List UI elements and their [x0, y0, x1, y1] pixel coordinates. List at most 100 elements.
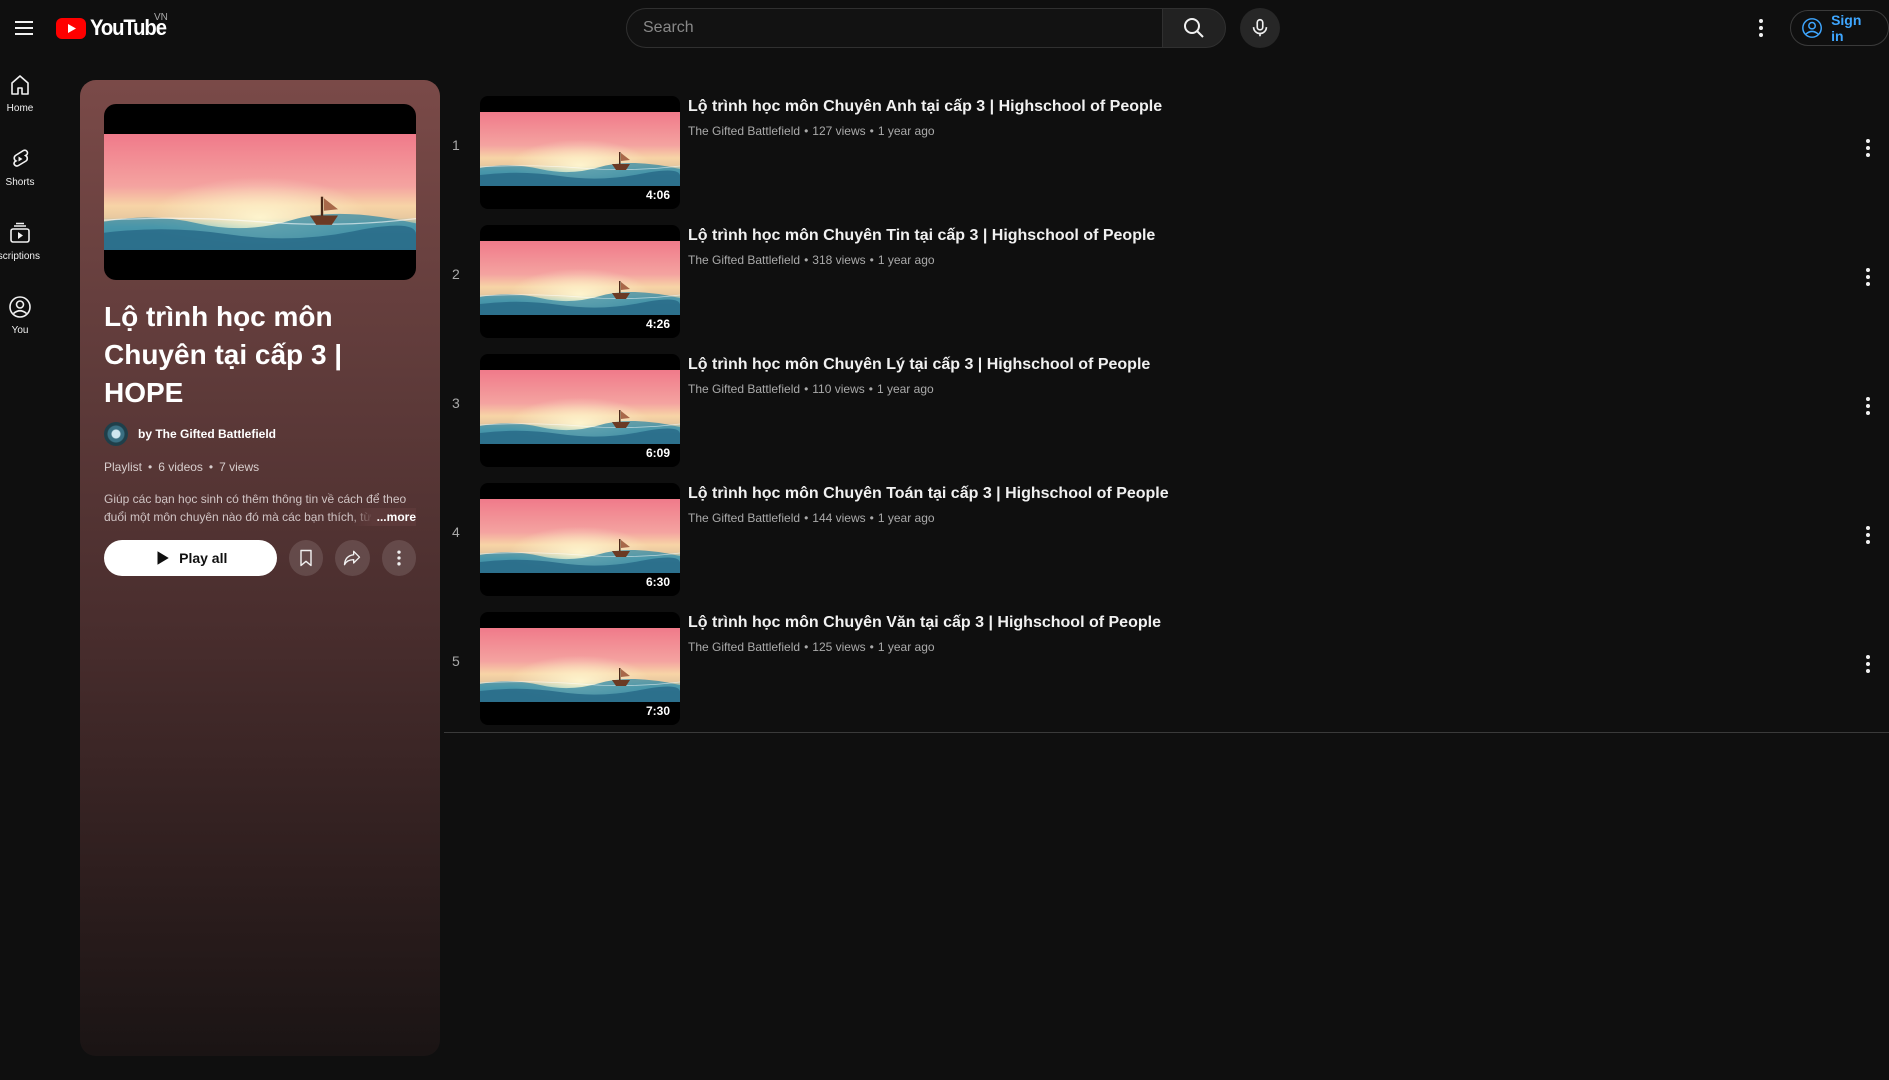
- meta-separator: •: [869, 124, 874, 138]
- video-action-menu-button[interactable]: [1848, 644, 1888, 684]
- video-views: 125 views: [812, 640, 866, 654]
- play-all-button[interactable]: Play all: [104, 540, 277, 576]
- microphone-icon: [1252, 18, 1268, 37]
- playlist-actions: Play all: [104, 540, 416, 576]
- video-channel-link[interactable]: The Gifted Battlefield: [688, 511, 800, 525]
- subscriptions-icon: [8, 221, 32, 245]
- playlist-more-button[interactable]: [381, 540, 416, 576]
- video-age: 1 year ago: [876, 382, 934, 396]
- playlist-video-row[interactable]: 2 4:26 Lộ trình học môn Chuyên Tin tại c…: [444, 217, 1889, 346]
- guide-label-home: Home: [6, 102, 34, 114]
- account-circle-icon: [1802, 18, 1822, 38]
- video-meta: The Gifted Battlefield • 110 views • 1 y…: [688, 382, 1688, 396]
- video-views: 144 views: [812, 511, 866, 525]
- playlist-cover-art: [104, 134, 416, 250]
- meta-separator: •: [804, 124, 809, 138]
- video-thumbnail-art: [480, 499, 680, 573]
- video-title[interactable]: Lộ trình học môn Chuyên Văn tại cấp 3 | …: [688, 612, 1688, 634]
- guide-item-shorts[interactable]: Shorts: [0, 130, 40, 204]
- video-channel-link[interactable]: The Gifted Battlefield: [688, 253, 800, 267]
- video-duration: 6:30: [641, 574, 674, 590]
- save-playlist-button[interactable]: [288, 540, 323, 576]
- playlist-title: Lộ trình học môn Chuyên tại cấp 3 | HOPE: [104, 301, 343, 408]
- video-age: 1 year ago: [877, 124, 935, 138]
- video-thumbnail[interactable]: 6:09: [480, 354, 680, 467]
- video-title[interactable]: Lộ trình học môn Chuyên Anh tại cấp 3 | …: [688, 96, 1688, 118]
- video-index: 4: [452, 524, 460, 540]
- video-action-menu-button[interactable]: [1848, 515, 1888, 555]
- video-views: 110 views: [812, 382, 865, 396]
- more-vertical-icon: [1866, 655, 1870, 673]
- video-duration: 7:30: [641, 703, 674, 719]
- video-title[interactable]: Lộ trình học môn Chuyên Tin tại cấp 3 | …: [688, 225, 1688, 247]
- search-button[interactable]: [1162, 8, 1226, 48]
- meta-separator: •: [804, 382, 809, 396]
- more-vertical-icon: [1866, 268, 1870, 286]
- video-age: 1 year ago: [877, 640, 935, 654]
- video-action-menu-button[interactable]: [1848, 128, 1888, 168]
- meta-separator: •: [208, 460, 214, 474]
- playlist-header-panel: Lộ trình học môn Chuyên tại cấp 3 | HOPE…: [80, 80, 440, 1056]
- playlist-video-row[interactable]: 5 7:30 Lộ trình học môn Chuyên Văn tại c…: [444, 604, 1889, 733]
- sign-in-button[interactable]: Sign in: [1790, 10, 1889, 46]
- playlist-owner-link[interactable]: by The Gifted Battlefield: [138, 427, 276, 441]
- video-channel-link[interactable]: The Gifted Battlefield: [688, 640, 800, 654]
- meta-separator: •: [804, 640, 809, 654]
- voice-search-button[interactable]: [1240, 8, 1280, 48]
- more-vertical-icon: [1866, 397, 1870, 415]
- video-thumbnail[interactable]: 4:06: [480, 96, 680, 209]
- playlist-description: Giúp các bạn học sinh có thêm thông tin …: [104, 490, 416, 526]
- video-views: 127 views: [812, 124, 866, 138]
- list-end-divider: [444, 732, 1889, 733]
- youtube-play-logo-icon: [56, 17, 86, 39]
- meta-separator: •: [869, 511, 874, 525]
- settings-menu-button[interactable]: [1741, 8, 1781, 48]
- video-thumbnail[interactable]: 4:26: [480, 225, 680, 338]
- playlist-meta: Playlist • 6 videos • 7 views: [104, 460, 416, 474]
- meta-separator: •: [804, 253, 809, 267]
- video-thumbnail-art: [480, 241, 680, 315]
- play-all-label: Play all: [179, 550, 228, 566]
- playlist-video-row[interactable]: 4 6:30 Lộ trình học môn Chuyên Toán tại …: [444, 475, 1889, 604]
- play-icon: [157, 551, 169, 565]
- video-channel-link[interactable]: The Gifted Battlefield: [688, 124, 800, 138]
- video-index: 3: [452, 395, 460, 411]
- video-thumbnail[interactable]: 6:30: [480, 483, 680, 596]
- video-thumbnail-art: [480, 112, 680, 186]
- playlist-video-row[interactable]: 3 6:09 Lộ trình học môn Chuyên Lý tại cấ…: [444, 346, 1889, 475]
- search-box: [626, 8, 1226, 48]
- video-action-menu-button[interactable]: [1848, 386, 1888, 426]
- video-thumbnail[interactable]: 7:30: [480, 612, 680, 725]
- video-channel-link[interactable]: The Gifted Battlefield: [688, 382, 800, 396]
- guide-item-subscriptions[interactable]: Subscriptions: [0, 204, 40, 278]
- guide-item-home[interactable]: Home: [0, 56, 40, 130]
- meta-separator: •: [869, 640, 874, 654]
- channel-avatar[interactable]: [104, 422, 128, 446]
- playlist-video-count: 6 videos: [158, 460, 203, 474]
- share-playlist-button[interactable]: [335, 540, 370, 576]
- you-icon: [8, 295, 32, 319]
- meta-separator: •: [869, 253, 874, 267]
- video-action-menu-button[interactable]: [1848, 257, 1888, 297]
- playlist-cover-thumbnail[interactable]: [104, 104, 416, 280]
- video-duration: 4:26: [641, 316, 674, 332]
- video-title[interactable]: Lộ trình học môn Chuyên Lý tại cấp 3 | H…: [688, 354, 1688, 376]
- playlist-video-list: 1 4:06 Lộ trình học môn Chuyên Anh tại c…: [444, 88, 1889, 733]
- video-age: 1 year ago: [877, 253, 935, 267]
- more-vertical-icon: [397, 550, 401, 566]
- video-views: 318 views: [812, 253, 866, 267]
- shorts-icon: [8, 147, 32, 171]
- guide-item-you[interactable]: You: [0, 278, 40, 352]
- guide-menu-button[interactable]: [4, 8, 44, 48]
- video-info: Lộ trình học môn Chuyên Tin tại cấp 3 | …: [688, 225, 1688, 267]
- video-duration: 6:09: [641, 445, 674, 461]
- more-vertical-icon: [1866, 526, 1870, 544]
- search-input[interactable]: [626, 8, 1163, 48]
- guide-label-shorts: Shorts: [5, 176, 35, 188]
- bookmark-icon: [300, 549, 312, 567]
- playlist-video-row[interactable]: 1 4:06 Lộ trình học môn Chuyên Anh tại c…: [444, 88, 1889, 217]
- description-more-button[interactable]: ...more: [350, 508, 416, 526]
- video-title[interactable]: Lộ trình học môn Chuyên Toán tại cấp 3 |…: [688, 483, 1688, 505]
- mini-guide: Home Shorts Subscriptions You: [0, 56, 72, 352]
- meta-separator: •: [148, 460, 153, 474]
